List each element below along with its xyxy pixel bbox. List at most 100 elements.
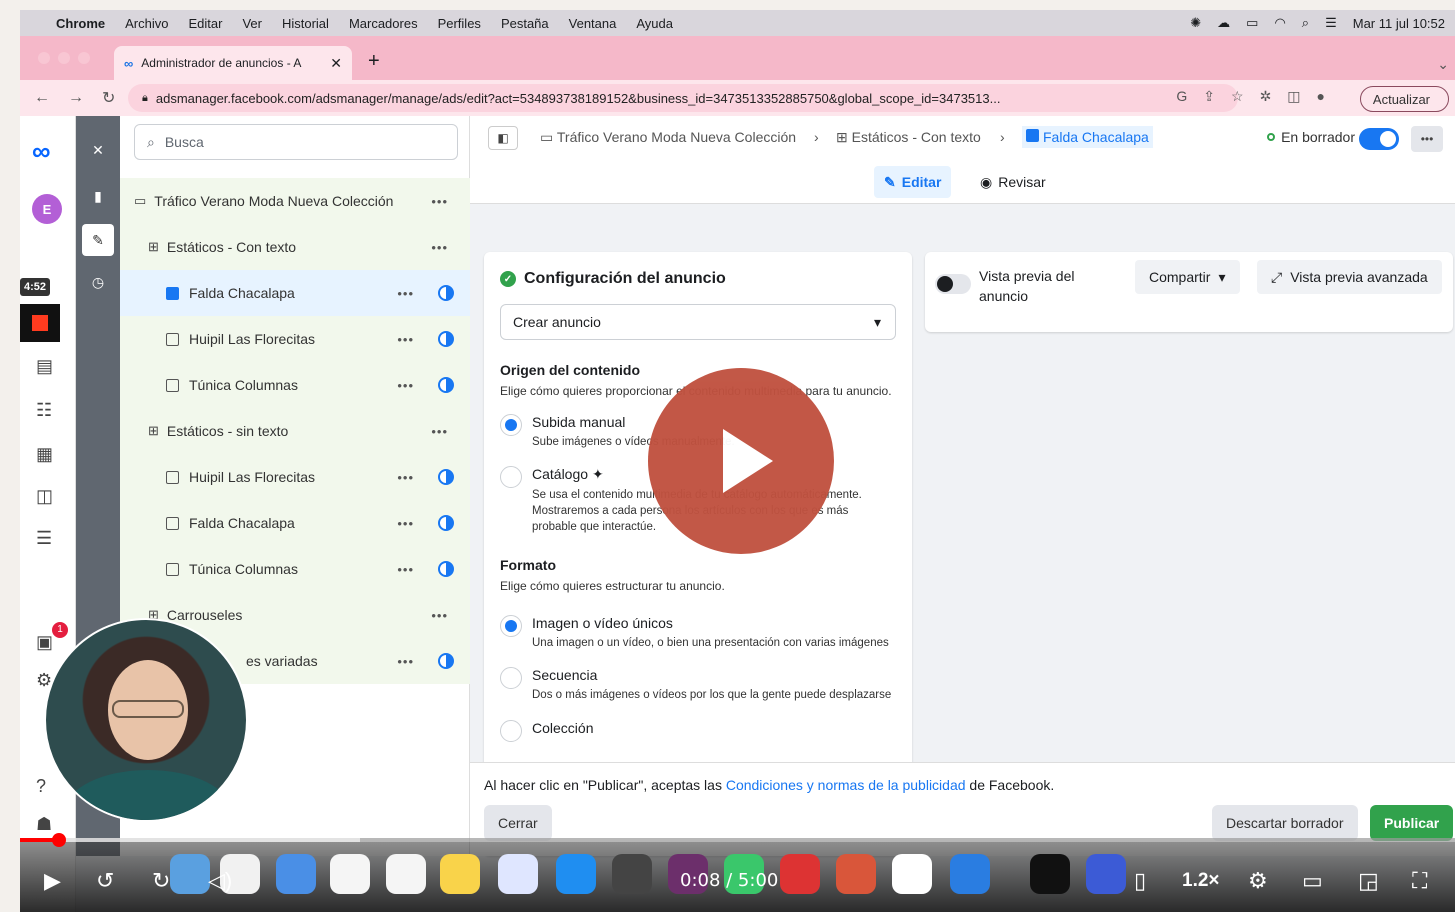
mail-dock-icon[interactable] [276,854,316,894]
reload-icon[interactable]: ↻ [102,88,115,108]
safari-dock-icon[interactable] [950,854,990,894]
radio-button[interactable] [500,719,522,742]
tree-ad[interactable]: Huipil Las Florecitas ••• [120,316,470,362]
sidebar-toggle-icon[interactable]: ◧ [488,126,518,150]
terms-link[interactable]: Condiciones y normas de la publicidad [726,777,966,793]
radio-carousel[interactable]: Secuencia Dos o más imágenes o vídeos por… [500,667,896,703]
create-ad-select[interactable]: Crear anuncio ▾ [500,304,896,340]
calendar-dock-icon[interactable] [330,854,370,894]
help-icon[interactable]: ? [36,776,46,797]
forward-5-icon[interactable]: ↻ [152,868,170,894]
captions-icon[interactable]: ▭ [1302,868,1323,894]
new-tab-button[interactable]: + [368,50,380,73]
play-icon[interactable]: ▶ [44,868,61,894]
status-half-icon[interactable] [438,377,454,393]
stop-recording-button[interactable] [20,304,60,342]
puzzle-icon[interactable]: ✲ [1260,88,1272,105]
discard-draft-button[interactable]: Descartar borrador [1212,805,1358,841]
tree-ad-selected[interactable]: Falda Chacalapa ••• [120,270,470,316]
menu-icon[interactable]: ☰ [36,528,52,549]
acrobat-dock-icon[interactable] [780,854,820,894]
breadcrumb-ad[interactable]: Falda Chacalapa [1022,126,1153,148]
forward-icon[interactable]: → [68,89,84,107]
ad-toggle[interactable] [1359,128,1399,150]
status-half-icon[interactable] [438,515,454,531]
status-half-icon[interactable] [438,653,454,669]
lock-icon[interactable]: 🔒︎ [142,92,148,105]
more-icon[interactable]: ••• [431,424,448,439]
history-icon[interactable]: ◷ [82,266,114,298]
pip-icon[interactable]: ◲ [1358,868,1379,894]
address-bar[interactable]: 🔒︎ adsmanager.facebook.com/adsmanager/ma… [128,84,1238,112]
activity-dock-icon[interactable] [1030,854,1070,894]
audiences-icon[interactable]: ☷ [36,400,52,421]
minimize-window-button[interactable] [58,52,70,64]
more-icon[interactable]: ••• [431,608,448,623]
progress-bar[interactable] [20,833,1455,847]
tree-ad[interactable]: Huipil Las Florecitas ••• [120,454,470,500]
tree-ad[interactable]: Falda Chacalapa ••• [120,500,470,546]
back-icon[interactable]: ← [34,89,50,107]
menu-pestana[interactable]: Pestaña [501,16,549,31]
catalog-icon[interactable]: ◫ [36,486,53,507]
update-button[interactable]: Actualizar [1359,86,1449,112]
tree-ad[interactable]: Túnica Columnas ••• [120,546,470,592]
close-button[interactable]: Cerrar [484,805,552,841]
reminders-dock-icon[interactable] [386,854,426,894]
more-icon[interactable]: ••• [397,378,414,393]
breadcrumb-campaign[interactable]: ▭ Tráfico Verano Moda Nueva Colección [540,129,796,146]
radio-button[interactable] [500,615,522,638]
close-panel-button[interactable]: ✕ [82,134,114,166]
menu-ver[interactable]: Ver [242,16,262,31]
status-half-icon[interactable] [438,285,454,301]
more-icon[interactable]: ••• [397,516,414,531]
scrubber-handle[interactable] [51,833,66,847]
battery-icon[interactable]: ▭ [1246,15,1258,31]
maximize-window-button[interactable] [78,52,90,64]
chart-icon[interactable]: ▮ [82,180,114,212]
search-icon[interactable]: ⌕ [1302,15,1309,31]
appstore-dock-icon[interactable] [556,854,596,894]
tree-campaign[interactable]: ▭ Tráfico Verano Moda Nueva Colección ••… [120,178,470,224]
radio-collection[interactable]: Colección [500,719,896,742]
rewind-5-icon[interactable]: ↺ [96,868,114,894]
settings-dock-icon[interactable] [612,854,652,894]
radio-single-media[interactable]: Imagen o vídeo únicos Una imagen o un víd… [500,615,896,651]
preview-toggle[interactable] [935,274,971,294]
gear-icon[interactable]: ✺ [1190,15,1201,31]
tab-review[interactable]: ◉ Revisar [970,166,1056,198]
share-icon[interactable]: ⇪ [1203,88,1215,105]
sidepanel-icon[interactable]: ◫ [1287,88,1300,105]
meta-logo-icon[interactable]: ∞ [32,136,51,167]
cloud-icon[interactable]: ☁ [1217,15,1230,31]
menu-ayuda[interactable]: Ayuda [636,16,673,31]
gear-icon[interactable]: ⚙ [1248,868,1268,894]
profile-icon[interactable]: ● [1317,88,1325,105]
powerpoint-dock-icon[interactable] [836,854,876,894]
avatar[interactable]: E [32,194,62,224]
more-icon[interactable]: ••• [397,562,414,577]
bookmark-icon[interactable]: ▯ [1134,868,1146,894]
bug-icon[interactable]: ☗ [36,814,52,835]
more-icon[interactable]: ••• [431,194,448,209]
notifications-icon[interactable]: ▣ [36,632,53,653]
more-icon[interactable]: ••• [397,470,414,485]
clock[interactable]: Mar 11 jul 10:52 [1353,16,1445,31]
status-half-icon[interactable] [438,561,454,577]
breadcrumb-adset[interactable]: ⊞ Estáticos - Con texto [836,129,981,146]
tree-adset[interactable]: ⊞ Estáticos - sin texto ••• [120,408,470,454]
more-icon[interactable]: ••• [397,654,414,669]
app-dock-icon[interactable] [1086,854,1126,894]
close-window-button[interactable] [38,52,50,64]
menu-ventana[interactable]: Ventana [569,16,617,31]
tree-adset[interactable]: ⊞ Estáticos - Con texto ••• [120,224,470,270]
fullscreen-icon[interactable]: ⛶ [1412,868,1427,894]
share-button[interactable]: Compartir ▾ [1135,260,1240,294]
freeform-dock-icon[interactable] [498,854,538,894]
radio-button[interactable] [500,466,522,489]
notes-dock-icon[interactable] [440,854,480,894]
more-icon[interactable]: ••• [397,332,414,347]
more-icon[interactable]: ••• [431,240,448,255]
more-options-button[interactable]: ••• [1411,126,1443,152]
google-icon[interactable]: G [1176,88,1187,105]
